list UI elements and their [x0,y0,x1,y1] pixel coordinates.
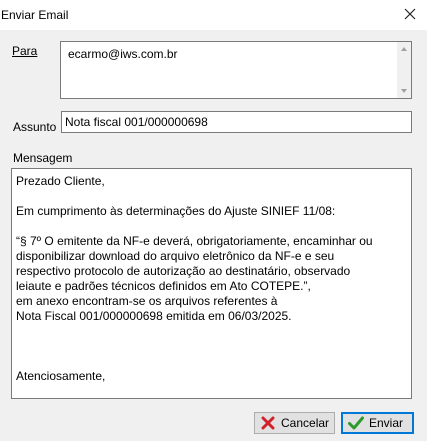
message-line: em anexo encontram-se os arquivos refere… [16,294,278,308]
message-field[interactable]: Prezado Cliente, Em cumprimento às deter… [11,168,412,399]
message-line: disponibilizar download do arquivo eletr… [16,249,335,263]
message-label: Mensagem [13,151,73,165]
message-line: leiaute e padrões técnicos definidos em … [16,279,311,293]
green-check-icon [347,415,365,431]
title-bar: Enviar Email [0,0,427,30]
close-icon [404,8,416,20]
scroll-up-icon[interactable] [401,47,407,51]
to-scrollbar[interactable] [397,42,411,98]
to-field[interactable]: ecarmo@iws.com.br [60,41,412,99]
subject-field[interactable] [61,111,412,133]
message-line: “§ 7º O emitente da NF-e deverá, obrigat… [16,234,373,248]
message-line: Nota Fiscal 001/000000698 emitida em 06/… [16,309,292,323]
message-line: Atenciosamente, [16,369,106,383]
send-button-label: Enviar [369,416,404,430]
message-line: Prezado Cliente, [16,174,105,188]
cancel-button[interactable]: Cancelar [254,412,335,434]
send-button[interactable]: Enviar [341,412,414,434]
subject-label: Assunto [13,120,57,134]
red-x-icon [259,415,277,431]
email-dialog: Enviar Email Para ecarmo@iws.com.br Assu… [0,0,427,441]
scroll-down-icon[interactable] [401,89,407,93]
message-line: respectivo protocolo de autorização ao d… [16,264,351,278]
window-title: Enviar Email [1,8,69,22]
to-value[interactable]: ecarmo@iws.com.br [68,47,178,61]
cancel-button-label: Cancelar [281,416,330,430]
message-body[interactable]: Prezado Cliente, Em cumprimento às deter… [16,174,408,384]
message-line: Em cumprimento às determinações do Ajust… [16,204,336,218]
subject-input[interactable] [65,115,405,129]
close-button[interactable] [401,5,419,23]
to-label[interactable]: Para [12,44,37,58]
